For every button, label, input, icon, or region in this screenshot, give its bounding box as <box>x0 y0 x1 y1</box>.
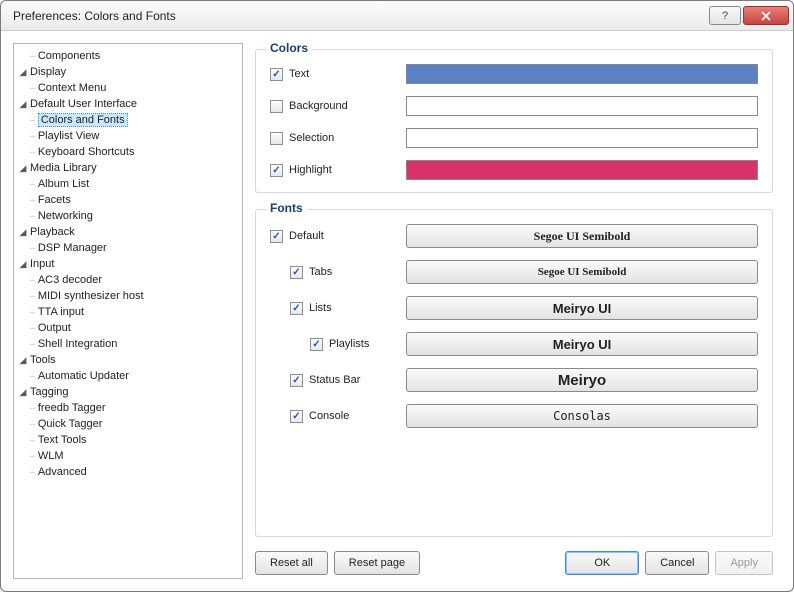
tree-item-ac3[interactable]: ┈AC3 decoder <box>16 272 240 288</box>
font-lists-button[interactable]: Meiryo UI <box>406 296 758 320</box>
chevron-down-icon[interactable]: ◢ <box>16 99 30 110</box>
tree-item-display[interactable]: ◢Display <box>16 64 240 80</box>
tree-item-keyboard-shortcuts[interactable]: ┈Keyboard Shortcuts <box>16 144 240 160</box>
tree-item-colors-fonts[interactable]: ┈Colors and Fonts <box>16 112 240 128</box>
chevron-down-icon[interactable]: ◢ <box>16 259 30 270</box>
settings-panel: Colors Text Background Selection Highlig… <box>255 43 781 579</box>
font-statusbar-button[interactable]: Meiryo <box>406 368 758 392</box>
color-text-checkbox[interactable]: Text <box>270 68 400 81</box>
tree-item-dsp-manager[interactable]: ┈DSP Manager <box>16 240 240 256</box>
tree-item-components[interactable]: ┈Components <box>16 48 240 64</box>
checkbox-icon <box>290 302 303 315</box>
font-console-checkbox[interactable]: Console <box>290 410 400 423</box>
font-console-button[interactable]: Consolas <box>406 404 758 428</box>
category-tree[interactable]: ┈Components ◢Display ┈Context Menu ◢Defa… <box>13 43 243 579</box>
font-tabs-button[interactable]: Segoe UI Semibold <box>406 260 758 284</box>
tree-item-quick-tagger[interactable]: ┈Quick Tagger <box>16 416 240 432</box>
preferences-window: Preferences: Colors and Fonts ? ┈Compone… <box>0 0 794 592</box>
font-statusbar-checkbox[interactable]: Status Bar <box>290 374 400 387</box>
checkbox-icon <box>270 100 283 113</box>
checkbox-icon <box>290 266 303 279</box>
tree-item-midi[interactable]: ┈MIDI synthesizer host <box>16 288 240 304</box>
apply-button[interactable]: Apply <box>715 551 773 575</box>
font-tabs-checkbox[interactable]: Tabs <box>290 266 400 279</box>
font-playlists-checkbox[interactable]: Playlists <box>310 338 400 351</box>
tree-item-playlist-view[interactable]: ┈Playlist View <box>16 128 240 144</box>
reset-page-button[interactable]: Reset page <box>334 551 420 575</box>
checkbox-icon <box>310 338 323 351</box>
button-bar: Reset all Reset page OK Cancel Apply <box>255 547 781 579</box>
font-lists-checkbox[interactable]: Lists <box>290 302 400 315</box>
tree-item-playback[interactable]: ◢Playback <box>16 224 240 240</box>
color-background-checkbox[interactable]: Background <box>270 100 400 113</box>
tree-item-shell-integration[interactable]: ┈Shell Integration <box>16 336 240 352</box>
color-highlight-swatch[interactable] <box>406 160 758 180</box>
fonts-group: Fonts Default Segoe UI Semibold Tabs Seg… <box>255 209 773 537</box>
tree-item-album-list[interactable]: ┈Album List <box>16 176 240 192</box>
color-selection-checkbox[interactable]: Selection <box>270 132 400 145</box>
tree-item-default-ui[interactable]: ◢Default User Interface <box>16 96 240 112</box>
font-playlists-button[interactable]: Meiryo UI <box>406 332 758 356</box>
checkbox-icon <box>270 164 283 177</box>
color-selection-swatch[interactable] <box>406 128 758 148</box>
tree-item-automatic-updater[interactable]: ┈Automatic Updater <box>16 368 240 384</box>
tree-item-context-menu[interactable]: ┈Context Menu <box>16 80 240 96</box>
window-controls: ? <box>707 6 789 25</box>
font-default-checkbox[interactable]: Default <box>270 230 400 243</box>
tree-item-freedb[interactable]: ┈freedb Tagger <box>16 400 240 416</box>
tree-item-tagging[interactable]: ◢Tagging <box>16 384 240 400</box>
close-icon <box>761 11 771 21</box>
font-default-button[interactable]: Segoe UI Semibold <box>406 224 758 248</box>
tree-item-tools[interactable]: ◢Tools <box>16 352 240 368</box>
content-area: ┈Components ◢Display ┈Context Menu ◢Defa… <box>1 31 793 591</box>
chevron-down-icon[interactable]: ◢ <box>16 227 30 238</box>
color-background-swatch[interactable] <box>406 96 758 116</box>
checkbox-icon <box>290 374 303 387</box>
chevron-down-icon[interactable]: ◢ <box>16 355 30 366</box>
tree-item-output[interactable]: ┈Output <box>16 320 240 336</box>
tree-item-facets[interactable]: ┈Facets <box>16 192 240 208</box>
tree-item-advanced[interactable]: ┈Advanced <box>16 464 240 480</box>
tree-item-media-library[interactable]: ◢Media Library <box>16 160 240 176</box>
tree-item-networking[interactable]: ┈Networking <box>16 208 240 224</box>
fonts-group-title: Fonts <box>266 201 307 215</box>
chevron-down-icon[interactable]: ◢ <box>16 387 30 398</box>
reset-all-button[interactable]: Reset all <box>255 551 328 575</box>
cancel-button[interactable]: Cancel <box>645 551 709 575</box>
checkbox-icon <box>270 132 283 145</box>
tree-item-wlm[interactable]: ┈WLM <box>16 448 240 464</box>
colors-group: Colors Text Background Selection Highlig… <box>255 49 773 193</box>
chevron-down-icon[interactable]: ◢ <box>16 163 30 174</box>
tree-item-input[interactable]: ◢Input <box>16 256 240 272</box>
checkbox-icon <box>270 68 283 81</box>
window-title: Preferences: Colors and Fonts <box>13 9 707 23</box>
checkbox-icon <box>270 230 283 243</box>
chevron-down-icon[interactable]: ◢ <box>16 67 30 78</box>
help-button[interactable]: ? <box>709 6 741 25</box>
tree-item-text-tools[interactable]: ┈Text Tools <box>16 432 240 448</box>
tree-item-tta[interactable]: ┈TTA input <box>16 304 240 320</box>
colors-group-title: Colors <box>266 41 312 55</box>
checkbox-icon <box>290 410 303 423</box>
color-highlight-checkbox[interactable]: Highlight <box>270 164 400 177</box>
close-button[interactable] <box>743 6 789 25</box>
titlebar: Preferences: Colors and Fonts ? <box>1 1 793 31</box>
color-text-swatch[interactable] <box>406 64 758 84</box>
ok-button[interactable]: OK <box>565 551 639 575</box>
